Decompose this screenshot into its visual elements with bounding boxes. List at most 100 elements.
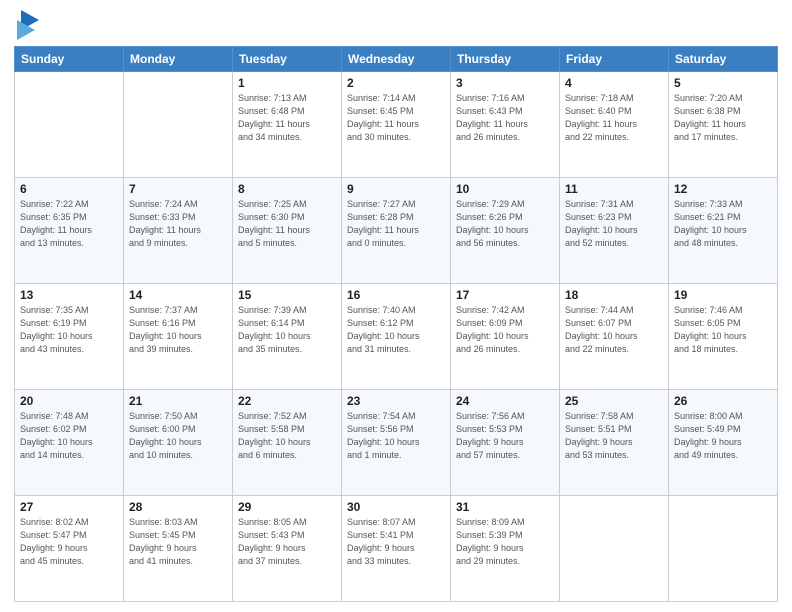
calendar-cell: 8 Sunrise: 7:25 AM Sunset: 6:30 PM Daylig… <box>233 178 342 284</box>
day-info: Sunrise: 7:40 AM Sunset: 6:12 PM Dayligh… <box>347 304 445 356</box>
day-number: 19 <box>674 288 772 302</box>
day-info: Sunrise: 8:07 AM Sunset: 5:41 PM Dayligh… <box>347 516 445 568</box>
day-number: 6 <box>20 182 118 196</box>
calendar-cell: 21 Sunrise: 7:50 AM Sunset: 6:00 PM Dayli… <box>124 390 233 496</box>
day-info: Sunrise: 7:16 AM Sunset: 6:43 PM Dayligh… <box>456 92 554 144</box>
weekday-header: Thursday <box>451 47 560 72</box>
day-number: 11 <box>565 182 663 196</box>
weekday-header: Friday <box>560 47 669 72</box>
day-number: 28 <box>129 500 227 514</box>
calendar-cell <box>124 72 233 178</box>
calendar-table: SundayMondayTuesdayWednesdayThursdayFrid… <box>14 46 778 602</box>
calendar-cell <box>560 496 669 602</box>
calendar-cell: 17 Sunrise: 7:42 AM Sunset: 6:09 PM Dayli… <box>451 284 560 390</box>
day-number: 23 <box>347 394 445 408</box>
day-info: Sunrise: 7:31 AM Sunset: 6:23 PM Dayligh… <box>565 198 663 250</box>
calendar-cell: 25 Sunrise: 7:58 AM Sunset: 5:51 PM Dayli… <box>560 390 669 496</box>
day-number: 17 <box>456 288 554 302</box>
day-number: 13 <box>20 288 118 302</box>
day-info: Sunrise: 7:46 AM Sunset: 6:05 PM Dayligh… <box>674 304 772 356</box>
calendar-cell: 24 Sunrise: 7:56 AM Sunset: 5:53 PM Dayli… <box>451 390 560 496</box>
day-number: 29 <box>238 500 336 514</box>
day-number: 12 <box>674 182 772 196</box>
calendar-cell: 10 Sunrise: 7:29 AM Sunset: 6:26 PM Dayli… <box>451 178 560 284</box>
calendar-cell: 26Sunrise: 8:00 AM Sunset: 5:49 PM Dayli… <box>669 390 778 496</box>
calendar-cell: 30 Sunrise: 8:07 AM Sunset: 5:41 PM Dayli… <box>342 496 451 602</box>
day-number: 5 <box>674 76 772 90</box>
calendar-cell <box>15 72 124 178</box>
calendar-cell: 13 Sunrise: 7:35 AM Sunset: 6:19 PM Dayli… <box>15 284 124 390</box>
calendar-week-row: 27Sunrise: 8:02 AM Sunset: 5:47 PM Dayli… <box>15 496 778 602</box>
day-info: Sunrise: 7:42 AM Sunset: 6:09 PM Dayligh… <box>456 304 554 356</box>
calendar-cell: 16 Sunrise: 7:40 AM Sunset: 6:12 PM Dayli… <box>342 284 451 390</box>
day-info: Sunrise: 7:54 AM Sunset: 5:56 PM Dayligh… <box>347 410 445 462</box>
day-number: 10 <box>456 182 554 196</box>
day-number: 21 <box>129 394 227 408</box>
calendar-cell: 28Sunrise: 8:03 AM Sunset: 5:45 PM Dayli… <box>124 496 233 602</box>
day-info: Sunrise: 7:27 AM Sunset: 6:28 PM Dayligh… <box>347 198 445 250</box>
calendar-cell: 7 Sunrise: 7:24 AM Sunset: 6:33 PM Daylig… <box>124 178 233 284</box>
day-info: Sunrise: 7:39 AM Sunset: 6:14 PM Dayligh… <box>238 304 336 356</box>
calendar-week-row: 1Sunrise: 7:13 AM Sunset: 6:48 PM Daylig… <box>15 72 778 178</box>
day-number: 25 <box>565 394 663 408</box>
day-info: Sunrise: 7:29 AM Sunset: 6:26 PM Dayligh… <box>456 198 554 250</box>
calendar-cell: 12 Sunrise: 7:33 AM Sunset: 6:21 PM Dayli… <box>669 178 778 284</box>
day-number: 8 <box>238 182 336 196</box>
day-info: Sunrise: 7:18 AM Sunset: 6:40 PM Dayligh… <box>565 92 663 144</box>
calendar-cell <box>669 496 778 602</box>
calendar-cell: 19 Sunrise: 7:46 AM Sunset: 6:05 PM Dayli… <box>669 284 778 390</box>
day-info: Sunrise: 7:56 AM Sunset: 5:53 PM Dayligh… <box>456 410 554 462</box>
header <box>14 10 778 40</box>
day-number: 2 <box>347 76 445 90</box>
day-info: Sunrise: 7:20 AM Sunset: 6:38 PM Dayligh… <box>674 92 772 144</box>
day-number: 15 <box>238 288 336 302</box>
calendar-cell: 9Sunrise: 7:27 AM Sunset: 6:28 PM Daylig… <box>342 178 451 284</box>
weekday-header: Monday <box>124 47 233 72</box>
day-number: 31 <box>456 500 554 514</box>
day-info: Sunrise: 7:13 AM Sunset: 6:48 PM Dayligh… <box>238 92 336 144</box>
calendar-cell: 14Sunrise: 7:37 AM Sunset: 6:16 PM Dayli… <box>124 284 233 390</box>
calendar-body: 1Sunrise: 7:13 AM Sunset: 6:48 PM Daylig… <box>15 72 778 602</box>
calendar-cell: 6 Sunrise: 7:22 AM Sunset: 6:35 PM Daylig… <box>15 178 124 284</box>
day-info: Sunrise: 8:02 AM Sunset: 5:47 PM Dayligh… <box>20 516 118 568</box>
calendar-cell: 22Sunrise: 7:52 AM Sunset: 5:58 PM Dayli… <box>233 390 342 496</box>
calendar-cell: 20Sunrise: 7:48 AM Sunset: 6:02 PM Dayli… <box>15 390 124 496</box>
day-number: 24 <box>456 394 554 408</box>
day-number: 3 <box>456 76 554 90</box>
day-number: 7 <box>129 182 227 196</box>
day-number: 30 <box>347 500 445 514</box>
logo <box>14 14 39 40</box>
logo-icon <box>17 10 39 40</box>
day-info: Sunrise: 7:25 AM Sunset: 6:30 PM Dayligh… <box>238 198 336 250</box>
day-info: Sunrise: 7:33 AM Sunset: 6:21 PM Dayligh… <box>674 198 772 250</box>
calendar-cell: 1Sunrise: 7:13 AM Sunset: 6:48 PM Daylig… <box>233 72 342 178</box>
day-info: Sunrise: 7:44 AM Sunset: 6:07 PM Dayligh… <box>565 304 663 356</box>
calendar-header-row: SundayMondayTuesdayWednesdayThursdayFrid… <box>15 47 778 72</box>
calendar-cell: 11 Sunrise: 7:31 AM Sunset: 6:23 PM Dayli… <box>560 178 669 284</box>
day-info: Sunrise: 7:24 AM Sunset: 6:33 PM Dayligh… <box>129 198 227 250</box>
day-info: Sunrise: 7:50 AM Sunset: 6:00 PM Dayligh… <box>129 410 227 462</box>
weekday-header: Sunday <box>15 47 124 72</box>
calendar-cell: 2 Sunrise: 7:14 AM Sunset: 6:45 PM Daylig… <box>342 72 451 178</box>
day-number: 4 <box>565 76 663 90</box>
calendar-cell: 29Sunrise: 8:05 AM Sunset: 5:43 PM Dayli… <box>233 496 342 602</box>
calendar-cell: 15 Sunrise: 7:39 AM Sunset: 6:14 PM Dayli… <box>233 284 342 390</box>
day-number: 22 <box>238 394 336 408</box>
page: SundayMondayTuesdayWednesdayThursdayFrid… <box>0 0 792 612</box>
calendar-week-row: 6 Sunrise: 7:22 AM Sunset: 6:35 PM Daylig… <box>15 178 778 284</box>
day-number: 16 <box>347 288 445 302</box>
calendar-cell: 31Sunrise: 8:09 AM Sunset: 5:39 PM Dayli… <box>451 496 560 602</box>
day-number: 18 <box>565 288 663 302</box>
day-info: Sunrise: 7:22 AM Sunset: 6:35 PM Dayligh… <box>20 198 118 250</box>
calendar-week-row: 20Sunrise: 7:48 AM Sunset: 6:02 PM Dayli… <box>15 390 778 496</box>
calendar-week-row: 13 Sunrise: 7:35 AM Sunset: 6:19 PM Dayli… <box>15 284 778 390</box>
calendar-cell: 5 Sunrise: 7:20 AM Sunset: 6:38 PM Daylig… <box>669 72 778 178</box>
day-info: Sunrise: 7:14 AM Sunset: 6:45 PM Dayligh… <box>347 92 445 144</box>
day-info: Sunrise: 7:37 AM Sunset: 6:16 PM Dayligh… <box>129 304 227 356</box>
calendar-cell: 3 Sunrise: 7:16 AM Sunset: 6:43 PM Daylig… <box>451 72 560 178</box>
weekday-header: Tuesday <box>233 47 342 72</box>
day-info: Sunrise: 7:35 AM Sunset: 6:19 PM Dayligh… <box>20 304 118 356</box>
calendar-cell: 4 Sunrise: 7:18 AM Sunset: 6:40 PM Daylig… <box>560 72 669 178</box>
calendar-cell: 23 Sunrise: 7:54 AM Sunset: 5:56 PM Dayli… <box>342 390 451 496</box>
day-info: Sunrise: 7:58 AM Sunset: 5:51 PM Dayligh… <box>565 410 663 462</box>
